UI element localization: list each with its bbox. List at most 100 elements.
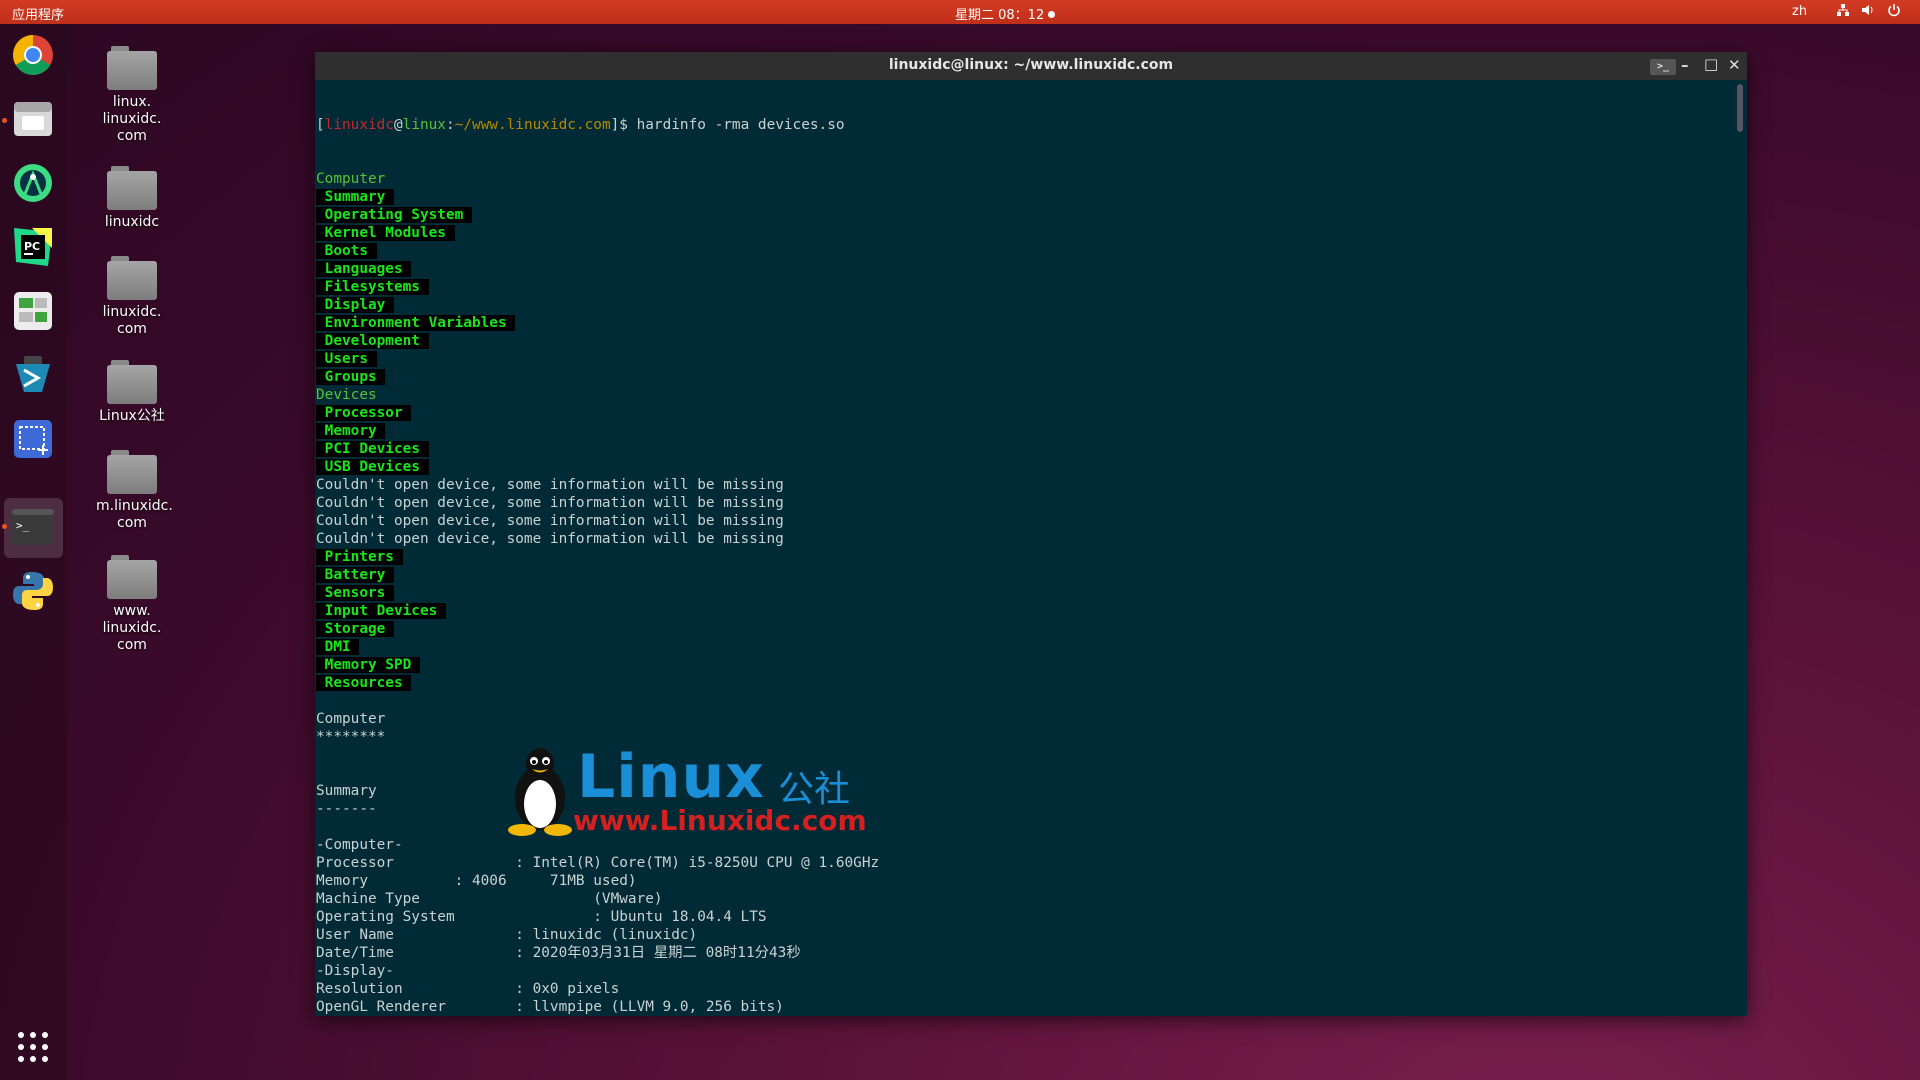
new-tab-icon[interactable]: >_ bbox=[1650, 59, 1676, 75]
input-language-indicator[interactable]: zh bbox=[1792, 4, 1807, 19]
terminal-line: Couldn't open device, some information w… bbox=[316, 512, 1734, 530]
show-apps-icon[interactable] bbox=[10, 1024, 56, 1070]
menu-entry: Processor bbox=[316, 405, 412, 421]
terminal-line: Memory bbox=[316, 422, 1734, 440]
terminal-text: OpenGL Renderer : llvmpipe (LLVM 9.0, 25… bbox=[316, 999, 784, 1014]
menu-entry: Kernel Modules bbox=[316, 225, 455, 241]
close-icon[interactable]: ✕ bbox=[1728, 56, 1741, 74]
terminal-line: Couldn't open device, some information w… bbox=[316, 530, 1734, 548]
terminal-text: ******** bbox=[316, 729, 386, 745]
terminal-text: Couldn't open device, some information w… bbox=[316, 513, 784, 529]
terminal-text: Summary bbox=[316, 783, 377, 799]
terminal-line: PCI Devices bbox=[316, 440, 1734, 458]
menu-entry: Summary bbox=[316, 189, 394, 205]
terminal-text: -Display- bbox=[316, 963, 394, 979]
terminal-text: Resolution : 0x0 pixels bbox=[316, 981, 620, 997]
folder-icon bbox=[107, 166, 157, 210]
minimize-icon[interactable]: – bbox=[1681, 56, 1689, 74]
desktop-folder[interactable]: www. linuxidc. com bbox=[96, 555, 168, 654]
prompt-suffix: ]$ bbox=[610, 117, 637, 133]
terminal-text: Operating System : Ubuntu 18.04.4 LTS bbox=[316, 909, 767, 925]
terminal-text: Machine Type (VMware) bbox=[316, 891, 663, 907]
folder-icon bbox=[107, 360, 157, 404]
clock[interactable]: 星期二 08：12 bbox=[955, 4, 1056, 23]
terminal-icon[interactable]: >_ bbox=[10, 504, 56, 550]
menu-entry: Memory SPD bbox=[316, 657, 420, 673]
terminal-line: Input Devices bbox=[316, 602, 1734, 620]
terminal-text: Processor : Intel(R) Core(TM) i5-8250U C… bbox=[316, 855, 880, 871]
python-icon[interactable] bbox=[10, 568, 56, 614]
desktop-folder-label: www. linuxidc. com bbox=[102, 603, 162, 653]
terminal-text: Memory : 4006 71MB used) bbox=[316, 873, 637, 889]
terminal-line: Development bbox=[316, 332, 1734, 350]
desktop-folder-label: Linux公社 bbox=[99, 408, 165, 424]
prompt-host: linux bbox=[402, 117, 446, 133]
menu-entry: Operating System bbox=[316, 207, 472, 223]
terminal-line: Resources bbox=[316, 674, 1734, 692]
terminal-line: Machine Type (VMware) bbox=[316, 890, 1734, 908]
menu-entry: Environment Variables bbox=[316, 315, 516, 331]
desktop-folder-label: linuxidc. com bbox=[102, 304, 162, 337]
terminal-titlebar[interactable]: linuxidc@linux: ~/www.linuxidc.com >_ – … bbox=[315, 52, 1747, 80]
terminal-text: Couldn't open device, some information w… bbox=[316, 477, 784, 493]
prompt-command: hardinfo -rma devices.so bbox=[636, 117, 845, 133]
folder-icon bbox=[107, 46, 157, 90]
android-studio-icon[interactable] bbox=[10, 160, 56, 206]
terminal-line: Storage bbox=[316, 620, 1734, 638]
top-bar: 应用程序 星期二 08：12 zh bbox=[0, 0, 1920, 24]
desktop-folder-label: linux. linuxidc. com bbox=[102, 94, 162, 144]
terminal-line: -Computer- bbox=[316, 836, 1734, 854]
terminal-line: OpenGL Renderer : llvmpipe (LLVM 9.0, 25… bbox=[316, 998, 1734, 1014]
terminal-line: Battery bbox=[316, 566, 1734, 584]
network-icon[interactable] bbox=[1836, 3, 1850, 21]
terminal-line: Processor bbox=[316, 404, 1734, 422]
menu-entry: Sensors bbox=[316, 585, 394, 601]
prompt-line: [linuxidc@linux:~/www.linuxidc.com]$ har… bbox=[316, 116, 1734, 134]
menu-entry: Users bbox=[316, 351, 377, 367]
desktop-folder-label: m.linuxidc. com bbox=[96, 498, 173, 531]
svg-text:PC: PC bbox=[24, 240, 40, 253]
terminal-line: Computer bbox=[316, 170, 1734, 188]
files-icon[interactable] bbox=[10, 96, 56, 142]
desktop-folder[interactable]: linuxidc bbox=[96, 166, 168, 231]
system-monitor-icon[interactable] bbox=[10, 288, 56, 334]
menu-entry: Storage bbox=[316, 621, 394, 637]
terminal-output[interactable]: [linuxidc@linux:~/www.linuxidc.com]$ har… bbox=[316, 80, 1734, 1014]
dev-tool-icon[interactable] bbox=[10, 352, 56, 398]
menu-entry: Battery bbox=[316, 567, 394, 583]
chrome-icon[interactable] bbox=[10, 32, 56, 78]
desktop-folder[interactable]: m.linuxidc. com bbox=[96, 450, 173, 532]
terminal-scrollbar[interactable] bbox=[1737, 84, 1743, 132]
applications-menu[interactable]: 应用程序 bbox=[12, 4, 64, 23]
desktop-folder[interactable]: linuxidc. com bbox=[96, 256, 168, 338]
menu-entry: Languages bbox=[316, 261, 412, 277]
menu-entry: Display bbox=[316, 297, 394, 313]
maximize-icon[interactable]: □ bbox=[1704, 55, 1718, 73]
terminal-text: Computer bbox=[316, 171, 386, 187]
terminal-text: -Computer- bbox=[316, 837, 403, 853]
watermark-url: www.Linuxidc.com bbox=[573, 804, 867, 837]
menu-entry: Input Devices bbox=[316, 603, 446, 619]
desktop-folder[interactable]: linux. linuxidc. com bbox=[96, 46, 168, 145]
terminal-window[interactable]: linuxidc@linux: ~/www.linuxidc.com >_ – … bbox=[315, 52, 1747, 1016]
volume-icon[interactable] bbox=[1861, 3, 1875, 21]
power-icon[interactable] bbox=[1887, 3, 1901, 21]
terminal-line: Date/Time : 2020年03月31日 星期二 08时11分43秒 bbox=[316, 944, 1734, 962]
desktop-folder[interactable]: Linux公社 bbox=[96, 360, 168, 425]
dock: PC >_ bbox=[0, 24, 67, 1080]
menu-entry: Memory bbox=[316, 423, 386, 439]
pycharm-icon[interactable]: PC bbox=[10, 224, 56, 270]
terminal-line: Users bbox=[316, 350, 1734, 368]
prompt-at: @ bbox=[393, 117, 403, 133]
terminal-line: Environment Variables bbox=[316, 314, 1734, 332]
menu-entry: USB Devices bbox=[316, 459, 429, 475]
folder-icon bbox=[107, 555, 157, 599]
desktop-folder-label: linuxidc bbox=[104, 214, 160, 230]
prompt-path: ~/www.linuxidc.com bbox=[454, 117, 611, 133]
screenshot-icon[interactable] bbox=[10, 416, 56, 462]
prompt-bracket: [ bbox=[316, 117, 325, 133]
prompt-user: linuxidc bbox=[324, 117, 394, 133]
terminal-line: Devices bbox=[316, 386, 1734, 404]
terminal-line: Sensors bbox=[316, 584, 1734, 602]
